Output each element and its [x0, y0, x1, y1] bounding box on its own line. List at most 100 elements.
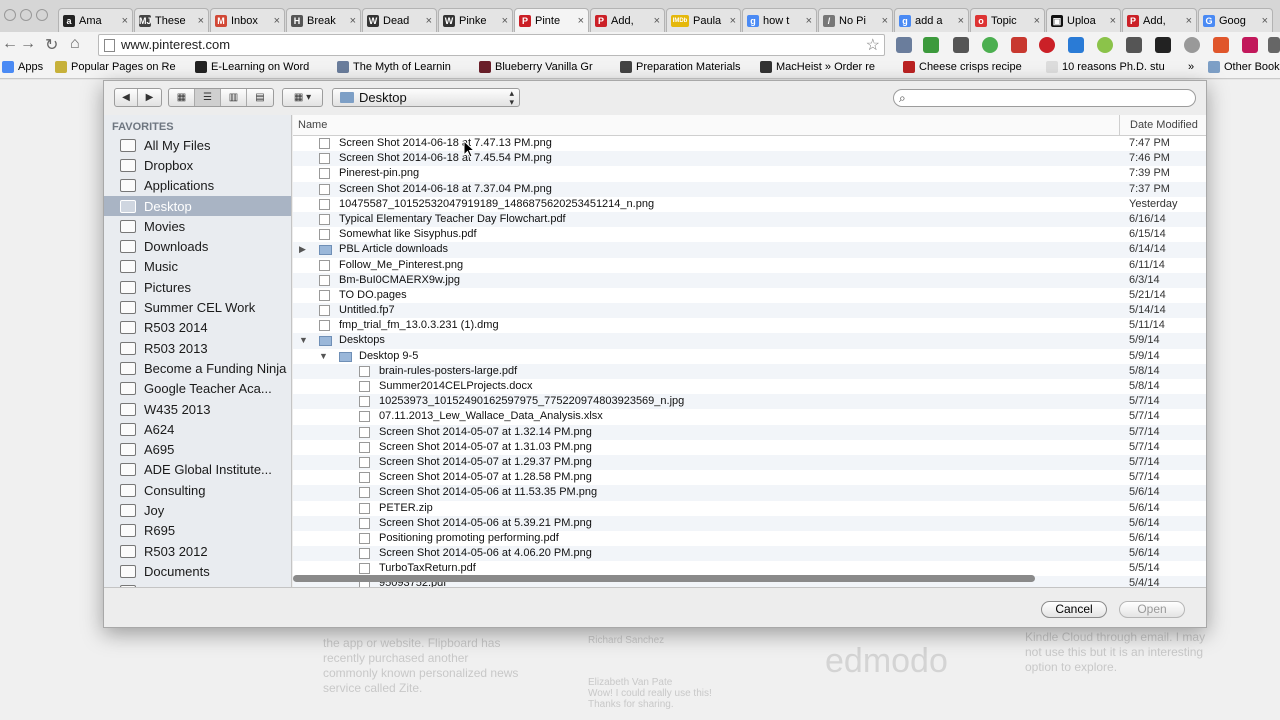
layers-icon[interactable]: [1155, 37, 1171, 53]
file-row[interactable]: 10475587_10152532047919189_1486875620253…: [293, 197, 1206, 212]
sidebar-item[interactable]: Google Teacher Aca...: [104, 379, 291, 399]
browser-tab[interactable]: g add a ×: [894, 8, 969, 32]
sidebar-item[interactable]: R503 2012: [104, 541, 291, 561]
forward-arrow-icon[interactable]: ▶: [138, 89, 161, 106]
sidebar-item[interactable]: A695: [104, 439, 291, 459]
browser-tab[interactable]: H Break ×: [286, 8, 361, 32]
browser-tab[interactable]: o Topic ×: [970, 8, 1045, 32]
tab-close-icon[interactable]: ×: [274, 15, 280, 27]
file-row[interactable]: Screen Shot 2014-06-18 at 7.37.04 PM.png…: [293, 181, 1206, 197]
tab-close-icon[interactable]: ×: [806, 15, 812, 27]
browser-tab[interactable]: P Add, ×: [590, 8, 665, 32]
sidebar-item[interactable]: Movies: [104, 216, 291, 236]
browser-tab[interactable]: g how t ×: [742, 8, 817, 32]
pinterest-icon[interactable]: [1039, 37, 1055, 53]
browser-tab[interactable]: P Pinte ×: [514, 8, 589, 32]
tab-close-icon[interactable]: ×: [502, 15, 508, 27]
extension-icon[interactable]: [1011, 37, 1027, 53]
sidebar-item[interactable]: R503 2014: [104, 318, 291, 338]
disclosure-expanded-icon[interactable]: ▼: [319, 351, 328, 361]
file-row[interactable]: Screen Shot 2014-06-18 at 7.47.13 PM.png…: [293, 136, 1206, 151]
sidebar-item[interactable]: Summer CEL Work: [104, 297, 291, 317]
file-row[interactable]: ▶ PBL Article downloads 6/14/14: [293, 242, 1206, 258]
evernote-icon[interactable]: [982, 37, 998, 53]
file-row[interactable]: ▼ Desktops 5/9/14: [293, 333, 1206, 349]
file-row[interactable]: Follow_Me_Pinterest.png 6/11/14: [293, 258, 1206, 273]
icon-view-icon[interactable]: ▦: [169, 89, 195, 106]
browser-tab[interactable]: M Inbox ×: [210, 8, 285, 32]
tab-close-icon[interactable]: ×: [1110, 15, 1116, 27]
browser-tab[interactable]: W Pinke ×: [438, 8, 513, 32]
file-row[interactable]: Screen Shot 2014-05-06 at 11.53.35 PM.pn…: [293, 485, 1206, 501]
star-bookmark-icon[interactable]: ☆: [866, 35, 880, 55]
file-row[interactable]: Screen Shot 2014-06-18 at 7.45.54 PM.png…: [293, 151, 1206, 167]
date-column-header[interactable]: Date Modified: [1119, 115, 1206, 135]
sidebar-item[interactable]: Documents: [104, 561, 291, 581]
tab-close-icon[interactable]: ×: [578, 15, 584, 27]
minimize-window-button[interactable]: [20, 9, 32, 21]
column-view-icon[interactable]: ▥: [221, 89, 247, 106]
file-row[interactable]: Screen Shot 2014-05-06 at 5.39.21 PM.png…: [293, 515, 1206, 531]
file-row[interactable]: Screen Shot 2014-05-06 at 4.06.20 PM.png…: [293, 546, 1206, 562]
file-row[interactable]: brain-rules-posters-large.pdf 5/8/14: [293, 363, 1206, 379]
file-row[interactable]: Untitled.fp7 5/14/14: [293, 303, 1206, 319]
arrange-button[interactable]: ▦ ▾: [282, 88, 323, 107]
extension-icon[interactable]: [1097, 37, 1113, 53]
browser-tab[interactable]: G Goog ×: [1198, 8, 1273, 32]
sidebar-item[interactable]: Pictures: [104, 277, 291, 297]
open-button[interactable]: Open: [1119, 601, 1185, 618]
bookmark-item[interactable]: Cheese crisps recipe: [903, 61, 1022, 73]
file-row[interactable]: Screen Shot 2014-05-07 at 1.29.37 PM.png…: [293, 454, 1206, 471]
file-row[interactable]: Positioning promoting performing.pdf 5/6/…: [293, 531, 1206, 546]
sidebar-item[interactable]: Joy: [104, 500, 291, 520]
file-row[interactable]: Typical Elementary Teacher Day Flowchart…: [293, 211, 1206, 228]
file-row[interactable]: Screen Shot 2014-05-07 at 1.31.03 PM.png…: [293, 440, 1206, 455]
sidebar-item[interactable]: Dropbox: [104, 155, 291, 175]
extension-icon[interactable]: [896, 37, 912, 53]
address-bar[interactable]: www.pinterest.com ☆: [98, 34, 885, 56]
sidebar-item[interactable]: R695: [104, 521, 291, 541]
tab-close-icon[interactable]: ×: [350, 15, 356, 27]
tab-close-icon[interactable]: ×: [426, 15, 432, 27]
file-row[interactable]: fmp_trial_fm_13.0.3.231 (1).dmg 5/11/14: [293, 318, 1206, 333]
sidebar-item[interactable]: Music: [104, 257, 291, 277]
file-row[interactable]: TO DO.pages 5/21/14: [293, 288, 1206, 303]
file-row[interactable]: PETER.zip 5/6/14: [293, 501, 1206, 516]
reload-icon[interactable]: ↻: [45, 35, 58, 55]
tab-close-icon[interactable]: ×: [882, 15, 888, 27]
forward-arrow-icon[interactable]: →: [20, 35, 36, 53]
file-row[interactable]: Bm-BuI0CMAERX9w.jpg 6/3/14: [293, 272, 1206, 288]
sidebar-item[interactable]: Downloads: [104, 236, 291, 256]
extension-icon[interactable]: [923, 37, 939, 53]
home-icon[interactable]: ⌂: [70, 35, 80, 53]
file-row[interactable]: Summer2014CELProjects.docx 5/8/14: [293, 379, 1206, 394]
sidebar-item[interactable]: Consulting: [104, 480, 291, 500]
cancel-button[interactable]: Cancel: [1041, 601, 1107, 618]
file-row[interactable]: Screen Shot 2014-05-07 at 1.32.14 PM.png…: [293, 424, 1206, 440]
file-row[interactable]: Somewhat like Sisyphus.pdf 6/15/14: [293, 227, 1206, 242]
file-row[interactable]: 10253973_10152490162597975_7752209748039…: [293, 394, 1206, 410]
gear-icon[interactable]: [1184, 37, 1200, 53]
tab-close-icon[interactable]: ×: [730, 15, 736, 27]
sidebar-item[interactable]: ADE Global Institute...: [104, 460, 291, 480]
horizontal-scrollbar[interactable]: [293, 575, 1035, 582]
disclosure-expanded-icon[interactable]: ▼: [299, 335, 308, 345]
sidebar-item[interactable]: Applications: [104, 176, 291, 196]
file-row[interactable]: Pinerest-pin.png 7:39 PM: [293, 166, 1206, 181]
coverflow-view-icon[interactable]: ▤: [247, 89, 273, 106]
browser-tab[interactable]: IMDb Paula ×: [666, 8, 741, 32]
bookmark-item[interactable]: Other Book: [1208, 61, 1280, 73]
file-row[interactable]: ▼ Desktop 9-5 5/9/14: [293, 349, 1206, 364]
menu-icon[interactable]: [1268, 37, 1280, 53]
bookmark-item[interactable]: Apps: [2, 61, 43, 73]
browser-tab[interactable]: P Add, ×: [1122, 8, 1197, 32]
heart-icon[interactable]: [1242, 37, 1258, 53]
wrench-icon[interactable]: [1126, 37, 1142, 53]
location-popup[interactable]: Desktop ▴ ▾: [332, 88, 520, 107]
tab-close-icon[interactable]: ×: [1262, 15, 1268, 27]
tab-close-icon[interactable]: ×: [1186, 15, 1192, 27]
bookmark-item[interactable]: 10 reasons Ph.D. stu: [1046, 61, 1165, 73]
list-view-icon[interactable]: ☰: [195, 89, 221, 106]
bookmark-item[interactable]: E-Learning on Word: [195, 61, 309, 73]
browser-tab[interactable]: W Dead ×: [362, 8, 437, 32]
